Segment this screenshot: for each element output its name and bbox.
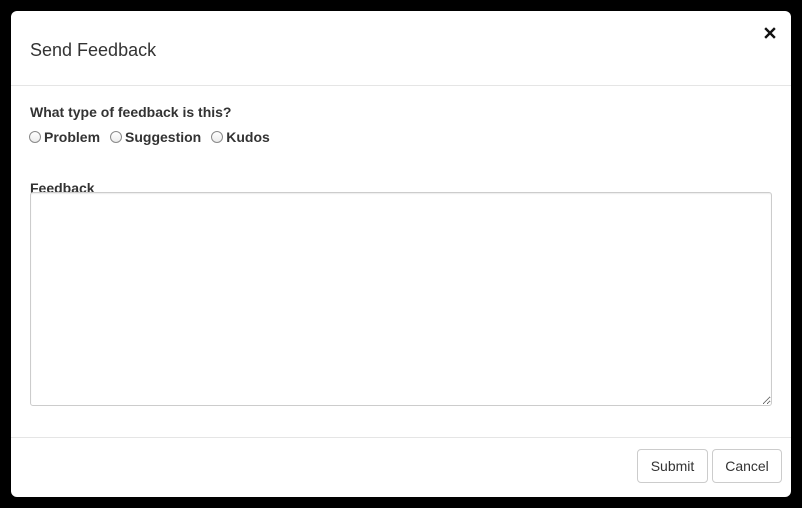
- feedback-textarea[interactable]: [30, 192, 772, 406]
- radio-label: Kudos: [226, 129, 270, 145]
- radio-suggestion[interactable]: Suggestion: [110, 129, 201, 145]
- submit-button[interactable]: Submit: [637, 449, 708, 483]
- close-icon: [763, 26, 779, 40]
- close-button[interactable]: [763, 25, 779, 41]
- radio-label: Suggestion: [125, 129, 202, 145]
- radio-label: Problem: [44, 129, 101, 145]
- cancel-button[interactable]: Cancel: [712, 449, 782, 483]
- dialog-footer: Submit Cancel: [11, 437, 791, 497]
- radio-kudos[interactable]: Kudos: [211, 129, 270, 145]
- feedback-type-label: What type of feedback is this?: [30, 104, 232, 120]
- radio-button[interactable]: [29, 131, 41, 143]
- feedback-type-group: Problem Suggestion Kudos: [29, 128, 280, 146]
- radio-button[interactable]: [110, 131, 123, 143]
- dialog-title: Send Feedback: [30, 40, 157, 60]
- dialog-body: What type of feedback is this? Problem S…: [11, 86, 791, 438]
- radio-button[interactable]: [211, 131, 224, 143]
- feedback-dialog: Send Feedback What type of feedback is t…: [11, 11, 791, 497]
- radio-problem[interactable]: Problem: [29, 129, 100, 145]
- dialog-header: Send Feedback: [11, 11, 791, 86]
